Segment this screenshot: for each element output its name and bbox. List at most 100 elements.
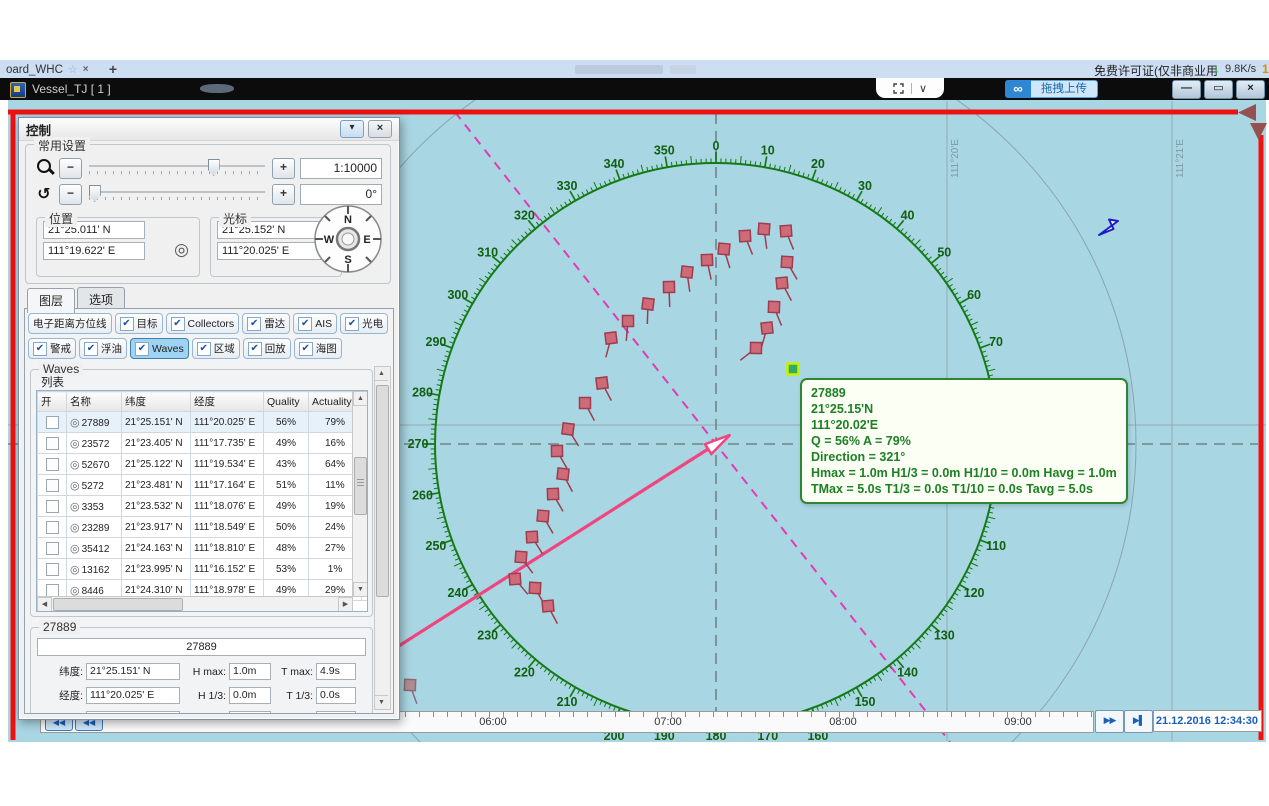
wave-marker[interactable] (526, 531, 538, 543)
rotation-slider[interactable] (87, 183, 267, 205)
table-cell[interactable]: 21°24.163' N (122, 538, 191, 559)
layer-toggle-警戒[interactable]: ✔警戒 (28, 338, 76, 359)
checkbox-icon[interactable]: ✔ (33, 342, 47, 356)
titlebar-notch[interactable]: ∨ (876, 78, 944, 98)
column-header-4[interactable]: 经度 (191, 392, 264, 412)
table-cell[interactable]: 111°17.735' E (191, 433, 264, 454)
wave-marker[interactable] (580, 398, 591, 409)
new-tab-button[interactable]: + (103, 60, 123, 78)
zoom-scale-value[interactable]: 1:10000 (300, 158, 382, 179)
table-cell[interactable]: ◎23572 (67, 433, 122, 454)
table-cell[interactable]: 50% (264, 517, 309, 538)
table-cell[interactable]: 51% (264, 475, 309, 496)
field-value[interactable]: 56% (86, 711, 180, 714)
wave-marker[interactable] (551, 445, 562, 456)
zoom-plus-button[interactable]: + (272, 158, 295, 179)
table-cell[interactable]: 111°18.810' E (191, 538, 264, 559)
panel-section-scrollbar[interactable]: ▲ ▼ (374, 366, 391, 710)
table-cell[interactable] (38, 475, 67, 496)
row-checkbox[interactable] (46, 416, 59, 429)
field-value[interactable]: 111°20.025' E (86, 687, 180, 704)
panel-close-button[interactable]: × (368, 120, 392, 138)
row-checkbox[interactable] (46, 500, 59, 513)
column-header-3[interactable]: 纬度 (122, 392, 191, 412)
table-cell[interactable]: 111°20.025' E (191, 412, 264, 433)
control-panel[interactable]: 控制 ▾ × 常用设置 − + 1:10000 ↺ − + 0° (18, 117, 400, 720)
wave-marker[interactable] (718, 243, 730, 255)
scroll-up-icon[interactable]: ▲ (353, 391, 368, 406)
table-cell[interactable]: 48% (264, 538, 309, 559)
field-value[interactable]: 4.9s (316, 663, 356, 680)
field-value[interactable]: 0.0s (316, 711, 356, 714)
checkbox-icon[interactable]: ✔ (84, 342, 98, 356)
layer-toggle-浮油[interactable]: ✔浮油 (79, 338, 127, 359)
table-cell[interactable]: 21°23.532' N (122, 496, 191, 517)
wave-marker[interactable] (663, 281, 674, 292)
table-cell[interactable]: 21°23.405' N (122, 433, 191, 454)
favorite-star-icon[interactable]: ☆ (68, 63, 78, 76)
wave-marker[interactable] (758, 223, 770, 235)
minimize-button[interactable]: — (1172, 80, 1201, 99)
scroll-down-icon[interactable]: ▼ (375, 695, 388, 709)
table-cell[interactable]: 21°23.995' N (122, 559, 191, 580)
wave-marker[interactable] (781, 256, 793, 268)
table-row-23289[interactable]: ◎2328921°23.917' N111°18.549' E50%24%16. (38, 517, 369, 538)
wave-marker[interactable] (557, 468, 569, 480)
layer-toggle-Collectors[interactable]: ✔Collectors (166, 313, 240, 334)
layer-toggle-回放[interactable]: ✔回放 (243, 338, 291, 359)
wave-marker[interactable] (515, 551, 527, 563)
table-cell[interactable] (38, 412, 67, 433)
table-cell[interactable]: 111°16.152' E (191, 559, 264, 580)
scrollbar-thumb[interactable] (354, 457, 367, 515)
table-cell[interactable]: ◎35412 (67, 538, 122, 559)
row-checkbox[interactable] (46, 584, 59, 597)
table-cell[interactable]: ◎5272 (67, 475, 122, 496)
wave-marker[interactable] (681, 266, 693, 278)
wave-marker[interactable] (780, 225, 792, 237)
field-value[interactable]: 0.0m (229, 711, 271, 714)
table-cell[interactable]: 111°19.534' E (191, 454, 264, 475)
layer-toggle-光电[interactable]: ✔光电 (340, 313, 388, 334)
table-cell[interactable] (38, 538, 67, 559)
table-cell[interactable]: ◎23289 (67, 517, 122, 538)
checkbox-icon[interactable]: ✔ (197, 342, 211, 356)
scrollbar-thumb[interactable] (53, 598, 183, 611)
table-row-13162[interactable]: ◎1316221°23.995' N111°16.152' E53%1%15. (38, 559, 369, 580)
row-checkbox[interactable] (46, 437, 59, 450)
wave-marker[interactable] (537, 510, 549, 522)
wave-marker[interactable] (542, 600, 554, 612)
wave-marker[interactable] (562, 423, 574, 435)
table-horizontal-scrollbar[interactable]: ◀ ▶ (37, 596, 353, 611)
rotate-minus-button[interactable]: − (59, 184, 82, 205)
checkbox-icon[interactable]: ✔ (299, 342, 313, 356)
checkbox-icon[interactable]: ✔ (135, 342, 149, 356)
table-row-3353[interactable]: ◎335321°23.532' N111°18.076' E49%19%16. (38, 496, 369, 517)
layer-toggle-目标[interactable]: ✔目标 (115, 313, 163, 334)
layer-toggle-Waves[interactable]: ✔Waves (130, 338, 189, 359)
skip-to-end-button[interactable]: ▶▌ (1124, 710, 1153, 733)
wave-marker[interactable] (776, 277, 788, 289)
layer-toggle-区域[interactable]: ✔区域 (192, 338, 240, 359)
column-header-1[interactable]: 开 (38, 392, 67, 412)
table-cell[interactable]: 56% (264, 412, 309, 433)
scroll-down-icon[interactable]: ▼ (353, 582, 368, 597)
checkbox-icon[interactable]: ✔ (171, 317, 185, 331)
close-button[interactable]: × (1236, 80, 1265, 99)
column-header-2[interactable]: 名称 (67, 392, 122, 412)
table-vertical-scrollbar[interactable]: ▲ ▼ (352, 391, 367, 597)
browser-tab[interactable]: oard_WHC ☆ × (0, 61, 95, 78)
table-cell[interactable]: 111°17.164' E (191, 475, 264, 496)
table-cell[interactable] (38, 496, 67, 517)
drag-upload-button[interactable]: 拖拽上传 (1031, 80, 1098, 98)
row-checkbox[interactable] (46, 521, 59, 534)
compass-rose[interactable]: N E S W (310, 201, 386, 277)
checkbox-icon[interactable]: ✔ (298, 317, 312, 331)
wave-marker[interactable] (761, 322, 773, 334)
layer-toggle-海图[interactable]: ✔海图 (294, 338, 342, 359)
checkbox-icon[interactable]: ✔ (247, 317, 261, 331)
scroll-up-icon[interactable]: ▲ (375, 367, 388, 381)
wave-marker[interactable] (642, 298, 654, 310)
fast-forward-button[interactable]: ▶▶ (1095, 710, 1124, 733)
row-checkbox[interactable] (46, 458, 59, 471)
table-cell[interactable] (38, 559, 67, 580)
